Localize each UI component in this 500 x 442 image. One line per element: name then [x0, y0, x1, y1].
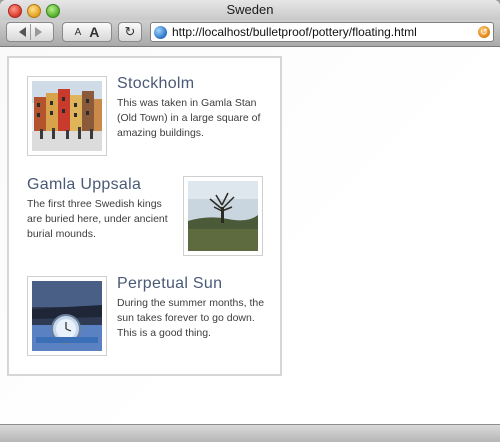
text-smaller-button[interactable]: A	[75, 27, 82, 38]
reload-icon: ↻	[124, 24, 136, 39]
status-bar	[0, 424, 500, 442]
stockholm-square-photo-icon	[32, 81, 102, 151]
url-field[interactable]: http://localhost/bulletproof/pottery/flo…	[172, 25, 478, 39]
window-title: Sweden	[226, 2, 274, 17]
stockholm-title: Stockholm	[117, 75, 195, 92]
address-bar[interactable]: http://localhost/bulletproof/pottery/flo…	[150, 22, 494, 42]
gamla-uppsala-photo	[183, 176, 263, 256]
wristwatch-photo-icon	[32, 281, 102, 351]
forward-icon[interactable]	[34, 27, 42, 37]
minimize-window-button[interactable]	[27, 4, 41, 18]
browser-window: Sweden A A ↻ http://localhost/bulletproo…	[0, 0, 500, 442]
title-bar: Sweden	[0, 0, 500, 20]
back-icon[interactable]	[18, 27, 26, 37]
globe-icon	[154, 25, 167, 39]
tree-field-photo-icon	[188, 181, 258, 251]
back-forward-buttons	[6, 22, 54, 42]
page-content: Stockholm This was taken in Gamla Stan (…	[0, 47, 500, 424]
gallery-panel: Stockholm This was taken in Gamla Stan (…	[7, 56, 282, 376]
snapback-icon[interactable]: ↺	[478, 26, 490, 38]
close-window-button[interactable]	[8, 4, 22, 18]
text-bigger-button[interactable]: A	[89, 24, 99, 40]
perpetual-sun-title: Perpetual Sun	[117, 275, 223, 292]
browser-toolbar: A A ↻ http://localhost/bulletproof/potte…	[0, 20, 500, 47]
text-size-buttons: A A	[62, 22, 112, 42]
divider	[29, 24, 31, 40]
stockholm-description: This was taken in Gamla Stan (Old Town) …	[117, 97, 261, 139]
zoom-window-button[interactable]	[46, 4, 60, 18]
gamla-uppsala-title: Gamla Uppsala	[27, 176, 142, 193]
perpetual-sun-description: During the summer months, the sun takes …	[117, 297, 265, 339]
perpetual-sun-photo	[27, 276, 107, 356]
stockholm-photo	[27, 76, 107, 156]
reload-button[interactable]: ↻	[118, 22, 142, 42]
gamla-uppsala-description: The first three Swedish kings are buried…	[27, 198, 168, 240]
